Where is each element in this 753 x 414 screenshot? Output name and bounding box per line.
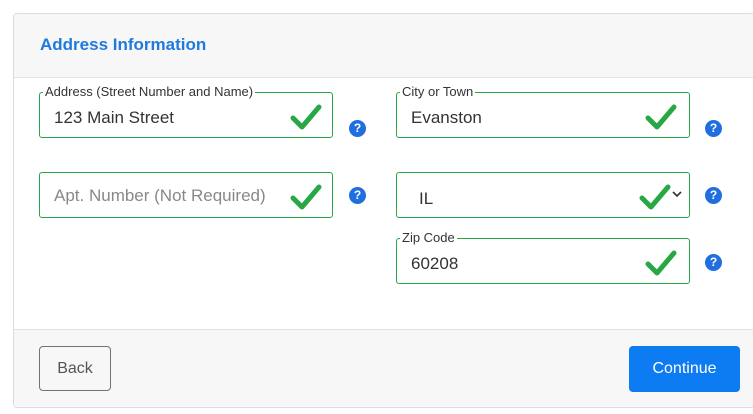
address-card: Address Information Address (Street Numb…: [13, 13, 753, 408]
address-field[interactable]: Address (Street Number and Name) 123 Mai…: [39, 84, 333, 138]
state-value: IL: [419, 189, 434, 208]
back-button[interactable]: Back: [39, 346, 111, 391]
apt-number-input[interactable]: Apt. Number (Not Required): [39, 172, 333, 218]
apt-placeholder: Apt. Number (Not Required): [54, 186, 266, 205]
valid-check-icon: [290, 104, 322, 130]
city-label: City or Town: [400, 84, 476, 100]
help-icon[interactable]: ?: [705, 254, 722, 271]
address-label: Address (Street Number and Name): [43, 84, 256, 100]
zip-code-field[interactable]: Zip Code 60208: [396, 230, 690, 284]
chevron-down-icon[interactable]: [672, 190, 682, 198]
valid-check-icon: [290, 184, 322, 210]
address-value: 123 Main Street: [54, 108, 175, 127]
help-icon[interactable]: ?: [349, 120, 366, 137]
valid-check-icon: [645, 250, 677, 276]
continue-button[interactable]: Continue: [629, 346, 740, 392]
help-icon[interactable]: ?: [705, 120, 722, 137]
valid-check-icon: [645, 104, 677, 130]
section-title: Address Information: [40, 35, 207, 54]
zip-label: Zip Code: [400, 230, 457, 246]
city-field[interactable]: City or Town Evanston: [396, 84, 690, 138]
card-header: Address Information: [14, 14, 753, 78]
help-icon[interactable]: ?: [705, 187, 722, 204]
zip-value: 60208: [411, 254, 459, 273]
help-icon[interactable]: ?: [349, 187, 366, 204]
state-select[interactable]: IL: [396, 172, 690, 218]
valid-check-icon: [639, 184, 671, 210]
city-value: Evanston: [411, 108, 482, 127]
